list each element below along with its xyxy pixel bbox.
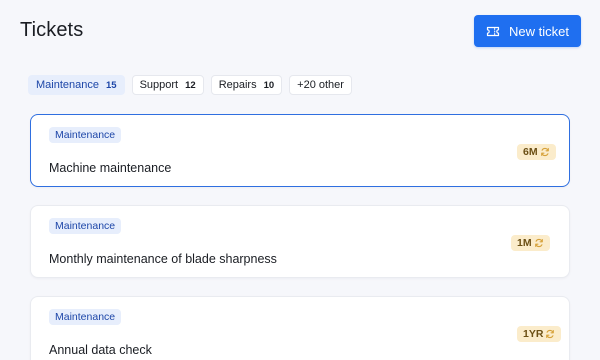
recurrence-label: 6M	[523, 146, 538, 158]
ticket-category-tag: Maintenance	[49, 309, 122, 325]
refresh-icon	[545, 329, 555, 339]
refresh-icon	[534, 238, 544, 248]
ticket-card[interactable]: Maintenance Monthly maintenance of blade…	[30, 205, 570, 278]
ticket-icon	[486, 26, 500, 37]
filter-count: 15	[106, 79, 117, 91]
filter-label: +20 other	[297, 79, 344, 91]
filter-label: Maintenance	[36, 79, 99, 91]
filter-chip-repairs[interactable]: Repairs 10	[210, 75, 283, 95]
recurrence-badge: 1YR	[517, 326, 562, 342]
ticket-title: Machine maintenance	[49, 161, 172, 175]
filter-chip-maintenance[interactable]: Maintenance 15	[28, 75, 125, 95]
category-filters: Maintenance 15 Support 12 Repairs 10 +20…	[28, 75, 352, 95]
filter-chip-other[interactable]: +20 other	[289, 75, 352, 95]
ticket-card[interactable]: Maintenance Machine maintenance 6M	[30, 114, 570, 187]
filter-label: Support	[139, 79, 179, 91]
ticket-card[interactable]: Maintenance Annual data check 1YR	[30, 296, 570, 360]
recurrence-badge: 1M	[511, 235, 550, 251]
recurrence-badge: 6M	[517, 144, 556, 160]
new-ticket-button[interactable]: New ticket	[474, 15, 581, 47]
filter-label: Repairs	[218, 79, 257, 91]
ticket-title: Annual data check	[49, 343, 152, 357]
tickets-page: Tickets New ticket Maintenance 15 Suppor…	[0, 0, 600, 360]
page-title: Tickets	[20, 19, 84, 41]
recurrence-label: 1M	[517, 237, 532, 249]
filter-chip-support[interactable]: Support 12	[131, 75, 204, 95]
new-ticket-label: New ticket	[509, 23, 569, 39]
ticket-category-tag: Maintenance	[49, 218, 122, 234]
filter-count: 12	[185, 79, 196, 91]
filter-count: 10	[263, 79, 275, 91]
refresh-icon	[540, 147, 550, 157]
page-header: Tickets New ticket	[0, 0, 600, 64]
ticket-category-tag: Maintenance	[49, 127, 122, 143]
recurrence-label: 1YR	[523, 328, 544, 340]
ticket-title: Monthly maintenance of blade sharpness	[49, 252, 277, 266]
